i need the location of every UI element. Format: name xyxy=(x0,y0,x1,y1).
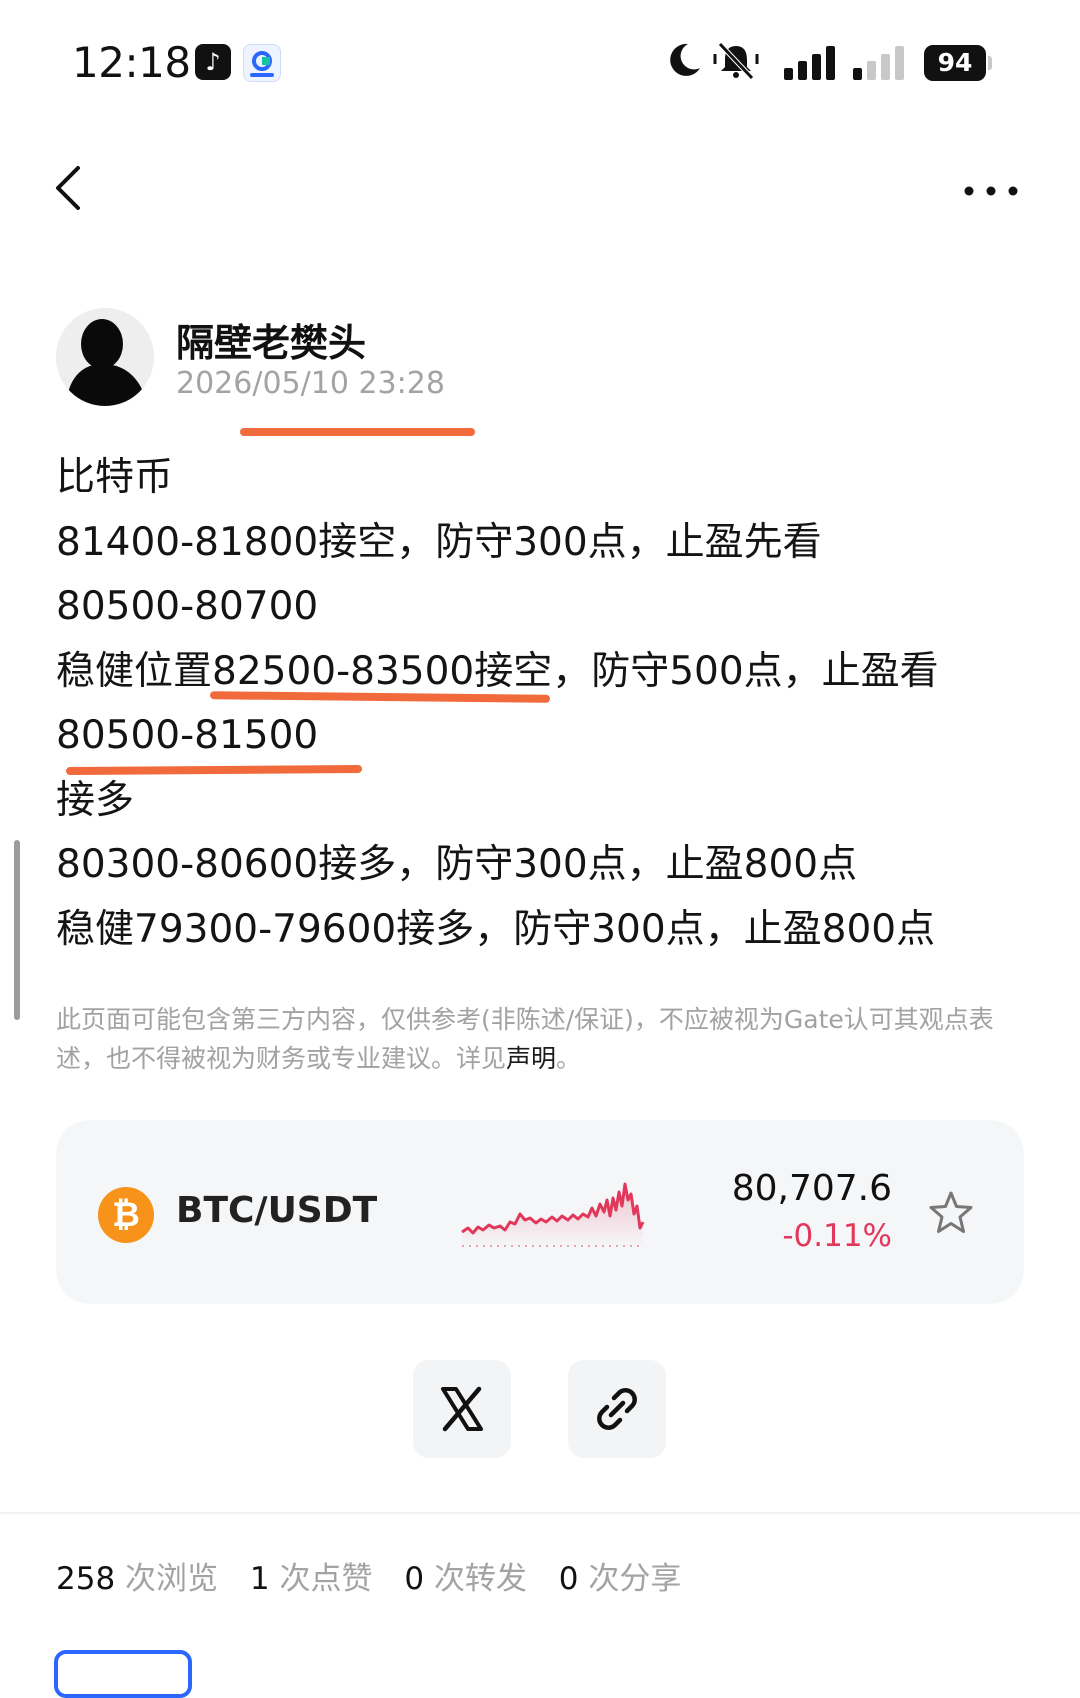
price-change: -0.11% xyxy=(782,1218,892,1254)
post-content: 比特币 81400-81800接空，防守300点，止盈先看 80500-8070… xyxy=(56,446,1036,962)
status-time: 12:18 xyxy=(72,38,191,87)
bottom-action-button[interactable] xyxy=(54,1650,192,1698)
post-line: 稳健79300-79600接多，防守300点，止盈800点 xyxy=(56,906,936,952)
post-line: 接多 xyxy=(56,777,135,823)
reposts-label: 次转发 xyxy=(433,1561,527,1597)
shares-count: 0 xyxy=(558,1561,579,1597)
post-line: 稳健位置82500-83500接空，防守500点，止盈看 xyxy=(56,648,939,694)
likes-count: 1 xyxy=(249,1561,270,1597)
post-line: 80500-80700 xyxy=(56,584,319,629)
signal-bars-icon xyxy=(784,46,836,84)
moon-icon xyxy=(664,40,704,84)
likes-label: 次点赞 xyxy=(279,1561,373,1597)
link-icon xyxy=(597,1388,637,1430)
star-outline-icon[interactable] xyxy=(928,1190,974,1240)
trading-pair[interactable]: BTC/USDT xyxy=(176,1190,377,1231)
more-options-button[interactable] xyxy=(963,182,1019,201)
disclaimer-end: 。 xyxy=(556,1044,582,1073)
post-stats: 258 次浏览 1 次点赞 0 次转发 0 次分享 xyxy=(56,1553,681,1598)
gate-app-icon xyxy=(243,44,281,82)
reposts-count: 0 xyxy=(404,1561,425,1597)
copy-link-button[interactable] xyxy=(568,1360,666,1458)
divider xyxy=(0,1512,1080,1514)
battery-tip xyxy=(988,56,992,70)
signal-bars-icon xyxy=(853,46,905,84)
x-logo-icon xyxy=(441,1386,483,1432)
post-timestamp: 2026/05/10 23:28 xyxy=(176,366,445,401)
silent-bell-icon xyxy=(712,40,760,84)
battery-indicator: 94 xyxy=(924,45,986,81)
post-line: 80500-81500 xyxy=(56,713,319,758)
scrollbar[interactable] xyxy=(14,840,20,1020)
back-button[interactable] xyxy=(50,163,86,217)
views-label: 次浏览 xyxy=(125,1561,219,1597)
share-x-button[interactable] xyxy=(413,1360,511,1458)
views-count: 258 xyxy=(56,1561,116,1597)
post-line: 81400-81800接空，防守300点，止盈先看 xyxy=(56,519,822,565)
disclaimer-link[interactable]: 声明 xyxy=(506,1044,556,1073)
author-name[interactable]: 隔壁老樊头 xyxy=(176,312,366,367)
shares-label: 次分享 xyxy=(588,1561,682,1597)
post-line: 比特币 xyxy=(56,455,174,500)
avatar[interactable] xyxy=(56,308,154,406)
price-sparkline xyxy=(460,1170,645,1254)
disclaimer: 此页面可能包含第三方内容，仅供参考(非陈述/保证)，不应被视为Gate认可其观点… xyxy=(56,1000,1031,1078)
tiktok-icon: ♪ xyxy=(195,44,231,80)
highlight-underline xyxy=(240,428,475,436)
last-price: 80,707.6 xyxy=(731,1168,892,1209)
bitcoin-icon: ₿ xyxy=(98,1187,154,1243)
post-line: 80300-80600接多，防守300点，止盈800点 xyxy=(56,842,858,887)
